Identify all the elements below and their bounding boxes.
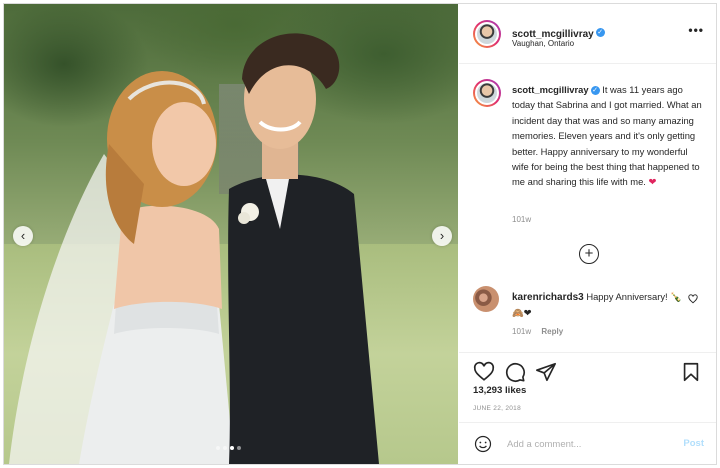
- comment-input[interactable]: [507, 436, 667, 452]
- comment-item: karenrichards3 Happy Anniversary! 🍾🙈❤: [512, 290, 682, 320]
- plus-circle-icon: +: [584, 245, 594, 262]
- caption-avatar[interactable]: [473, 79, 501, 107]
- comment-timestamp[interactable]: 101w: [512, 327, 531, 336]
- comment-meta: 101w Reply: [512, 327, 563, 336]
- like-button[interactable]: [473, 361, 495, 383]
- heart-emoji-icon: ❤: [648, 176, 657, 188]
- load-more-comments-button[interactable]: +: [579, 244, 599, 264]
- chevron-right-icon: ›: [439, 228, 445, 243]
- post-caption: scott_mcgillivray ✓ It was 11 years ago t…: [512, 82, 702, 190]
- post-date[interactable]: JUNE 22, 2018: [473, 405, 521, 412]
- comment-composer: Post: [459, 422, 716, 464]
- comment-text: Happy Anniversary!: [583, 291, 668, 302]
- carousel-dot: [223, 446, 227, 450]
- heart-outline-icon: [473, 361, 495, 381]
- comment-button[interactable]: [504, 361, 526, 383]
- action-bar: [459, 352, 716, 382]
- save-button[interactable]: [680, 361, 702, 383]
- caption-text: It was 11 years ago today that Sabrina a…: [512, 84, 702, 188]
- chevron-left-icon: ‹: [20, 228, 26, 243]
- speech-bubble-icon: [505, 362, 525, 382]
- carousel-dot: [237, 446, 241, 450]
- post-frame: ‹ › scott_mcgillivray ✓ Vaughan, Ontario …: [3, 3, 717, 465]
- prev-photo-button[interactable]: ‹: [13, 226, 33, 246]
- more-options-icon[interactable]: •••: [688, 23, 704, 37]
- carousel-dot: [230, 446, 234, 450]
- verified-badge-icon: ✓: [590, 86, 600, 96]
- smiley-icon: [474, 435, 492, 453]
- heart-outline-icon: [688, 294, 698, 304]
- reply-button[interactable]: Reply: [541, 327, 563, 336]
- likes-count[interactable]: 13,293 likes: [473, 385, 526, 396]
- next-photo-button[interactable]: ›: [432, 226, 452, 246]
- post-photo[interactable]: ‹ ›: [4, 4, 458, 464]
- emoji-button[interactable]: [474, 435, 492, 453]
- share-button[interactable]: [535, 361, 557, 383]
- avatar[interactable]: [473, 20, 501, 48]
- post-comment-button[interactable]: Post: [683, 438, 704, 449]
- post-side-panel: scott_mcgillivray ✓ Vaughan, Ontario ••• …: [459, 4, 716, 464]
- caption-username[interactable]: scott_mcgillivray: [512, 84, 589, 95]
- couple-illustration: [9, 33, 379, 464]
- paper-plane-icon: [536, 362, 556, 382]
- carousel-dot: [216, 446, 220, 450]
- post-header: scott_mcgillivray ✓ Vaughan, Ontario •••: [459, 4, 716, 64]
- location-link[interactable]: Vaughan, Ontario: [512, 39, 574, 48]
- commenter-username[interactable]: karenrichards3: [512, 292, 584, 303]
- verified-badge-icon: ✓: [595, 28, 605, 38]
- caption-timestamp[interactable]: 101w: [512, 215, 531, 224]
- bookmark-icon: [683, 362, 699, 382]
- comment-like-button[interactable]: [688, 294, 698, 307]
- commenter-avatar[interactable]: [473, 286, 499, 312]
- carousel-indicator: [216, 446, 241, 450]
